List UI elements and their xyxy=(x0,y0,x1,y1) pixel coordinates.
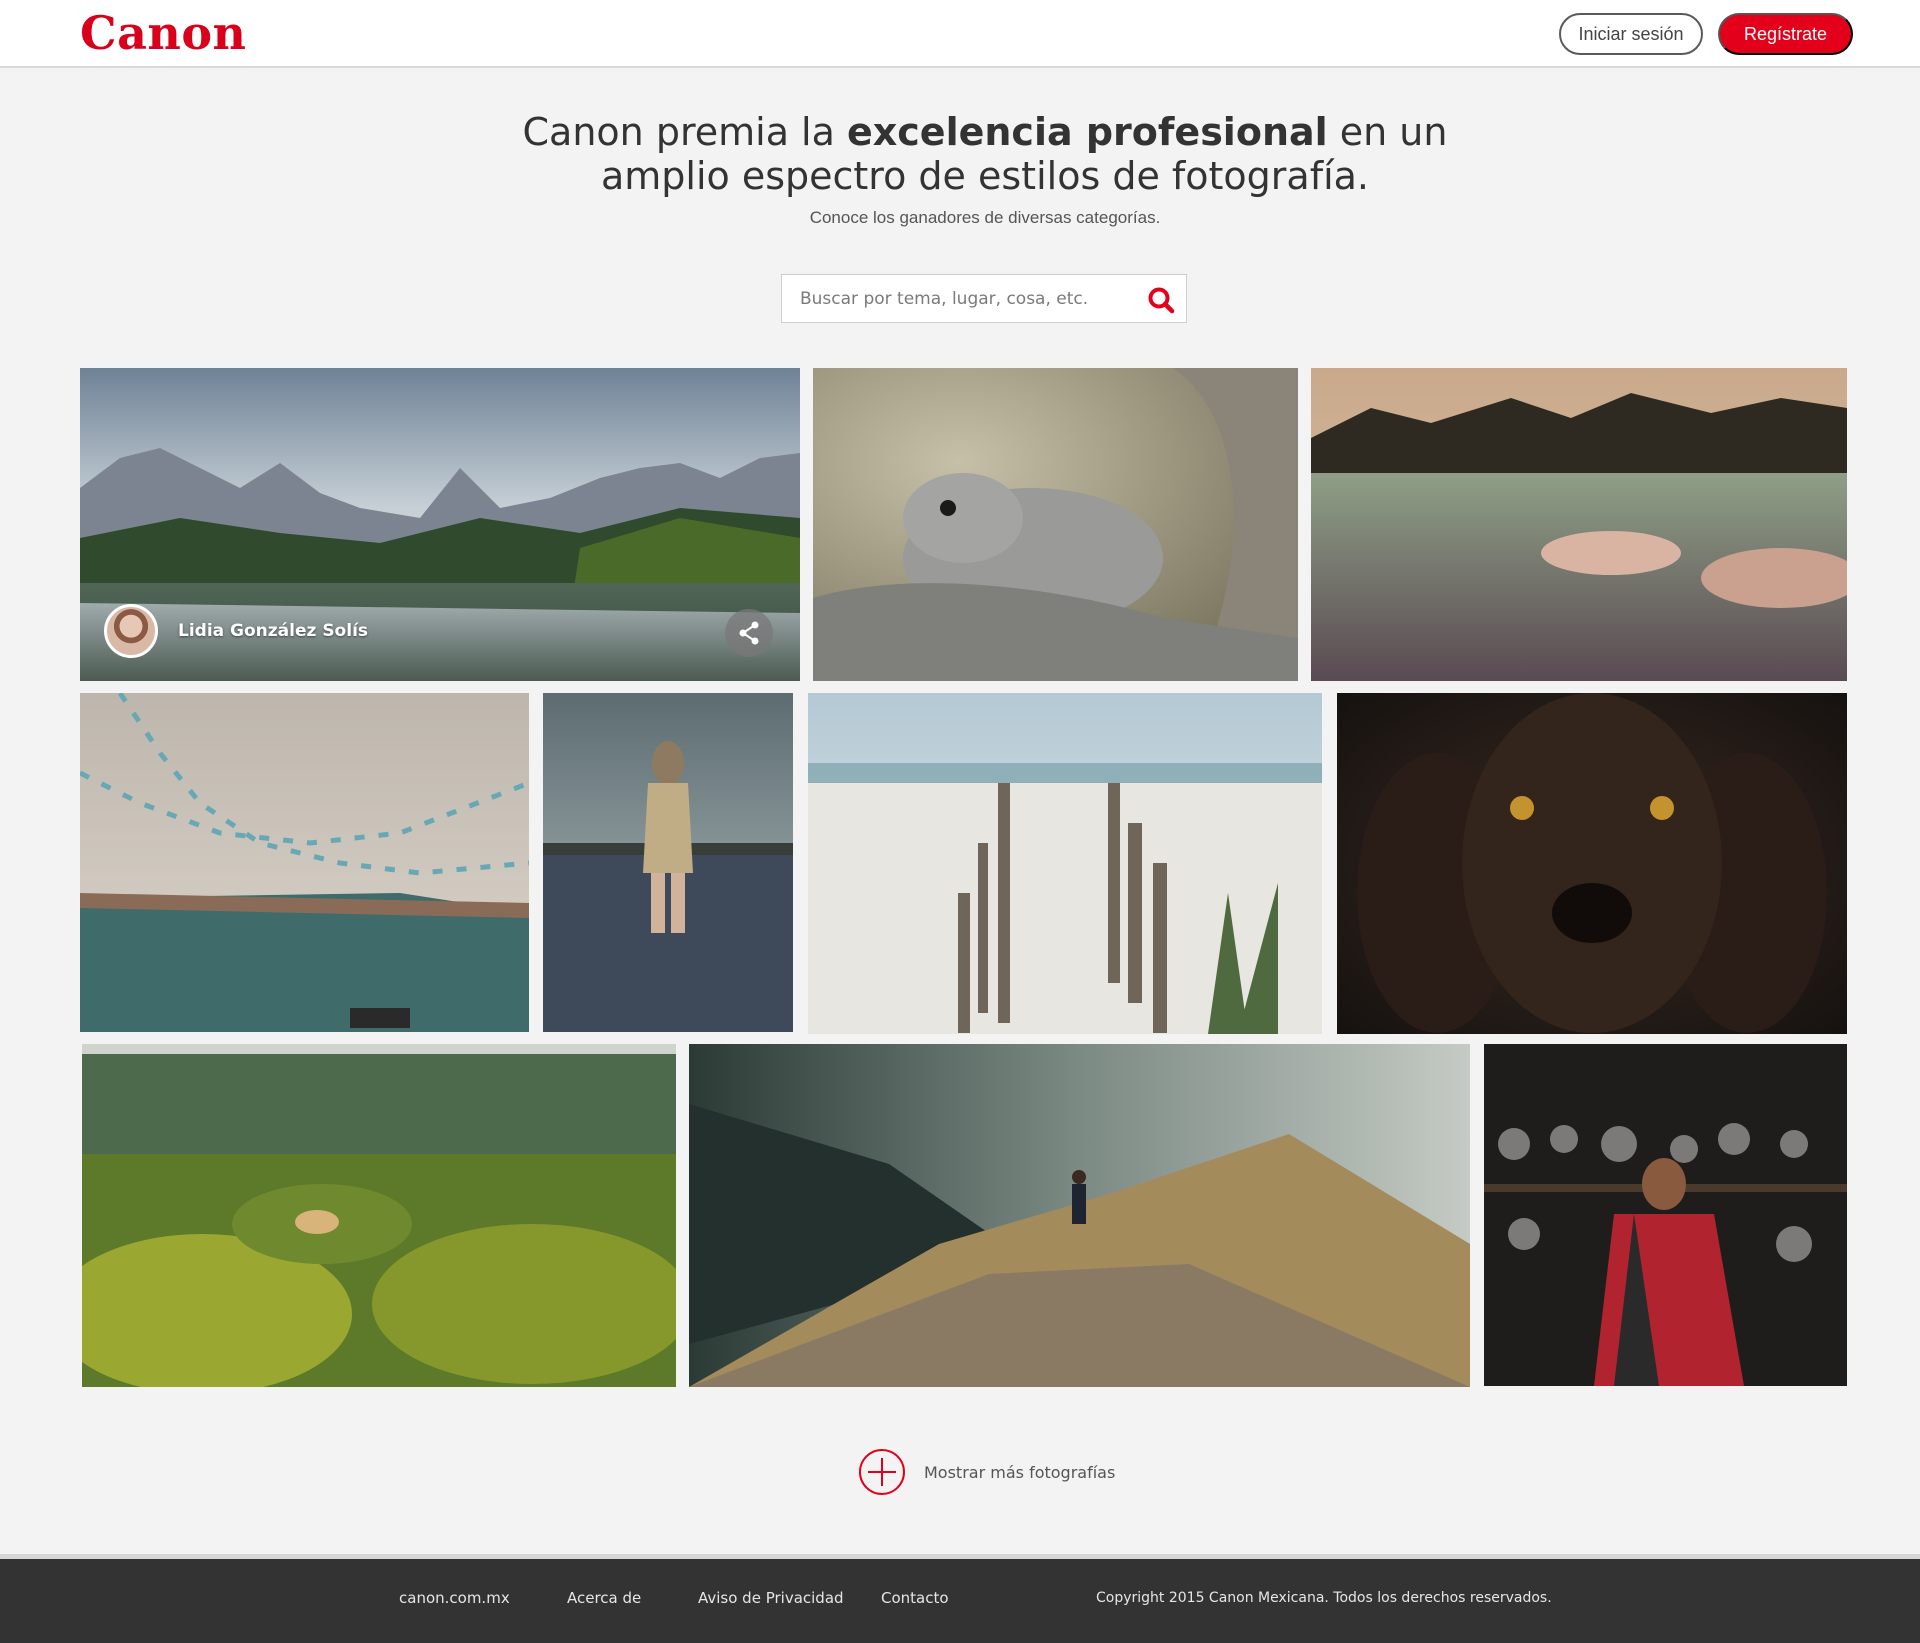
load-more-button[interactable]: Mostrar más fotografías xyxy=(858,1448,1115,1496)
photo-image xyxy=(1484,1044,1847,1386)
footer-link-privacy[interactable]: Aviso de Privacidad xyxy=(698,1589,844,1607)
photo-image xyxy=(1311,368,1847,681)
photo-image xyxy=(689,1044,1470,1387)
search-icon[interactable] xyxy=(1146,285,1176,315)
gallery-photo-dog[interactable] xyxy=(1337,693,1847,1034)
load-more-label: Mostrar más fotografías xyxy=(924,1462,1116,1482)
avatar xyxy=(104,604,158,658)
login-button[interactable]: Iniciar sesión xyxy=(1559,13,1703,55)
footer-link-canon[interactable]: canon.com.mx xyxy=(399,1589,510,1607)
gallery-photo-lake-woman[interactable] xyxy=(543,693,793,1032)
footer-link-contact[interactable]: Contacto xyxy=(881,1589,949,1607)
title-emphasis: excelencia profesional xyxy=(846,110,1328,154)
photographer-name: Lidia González Solís xyxy=(178,621,369,641)
photo-image xyxy=(82,1044,676,1387)
title-part-1: Canon premia la xyxy=(522,110,847,154)
gallery-photo-beach-posts[interactable] xyxy=(808,693,1322,1034)
gallery-photo-vineyard[interactable] xyxy=(82,1044,676,1387)
page-title: Canon premia la excelencia profesional e… xyxy=(460,110,1510,198)
footer: canon.com.mx Acerca de Aviso de Privacid… xyxy=(0,1559,1920,1643)
share-button[interactable] xyxy=(725,609,773,657)
register-button[interactable]: Regístrate xyxy=(1718,13,1853,55)
footer-link-about[interactable]: Acerca de xyxy=(567,1589,641,1607)
photo-image xyxy=(80,693,529,1032)
gallery-photo-bunting[interactable] xyxy=(80,693,529,1032)
canon-logo[interactable]: Canon xyxy=(80,6,247,60)
gallery-photo-floating-woman[interactable] xyxy=(1311,368,1847,681)
share-icon xyxy=(739,621,759,645)
plus-icon xyxy=(859,1449,905,1495)
photo-image xyxy=(813,368,1298,681)
photographer-credit[interactable]: Lidia González Solís xyxy=(104,604,368,658)
search-box xyxy=(781,274,1187,323)
gallery-photo-kitchen-woman[interactable] xyxy=(1484,1044,1847,1386)
photo-image xyxy=(543,693,793,1032)
gallery-photo-squirrel[interactable] xyxy=(813,368,1298,681)
page-subtitle: Conoce los ganadores de diversas categor… xyxy=(809,208,1161,227)
copyright-text: Copyright 2015 Canon Mexicana. Todos los… xyxy=(1096,1590,1552,1606)
photo-image xyxy=(808,693,1322,1034)
search-input[interactable] xyxy=(800,275,1140,322)
photo-image xyxy=(1337,693,1847,1034)
gallery-photo-misty-ridge[interactable] xyxy=(689,1044,1470,1387)
top-navigation-bar: Canon Iniciar sesión Regístrate xyxy=(0,0,1920,68)
